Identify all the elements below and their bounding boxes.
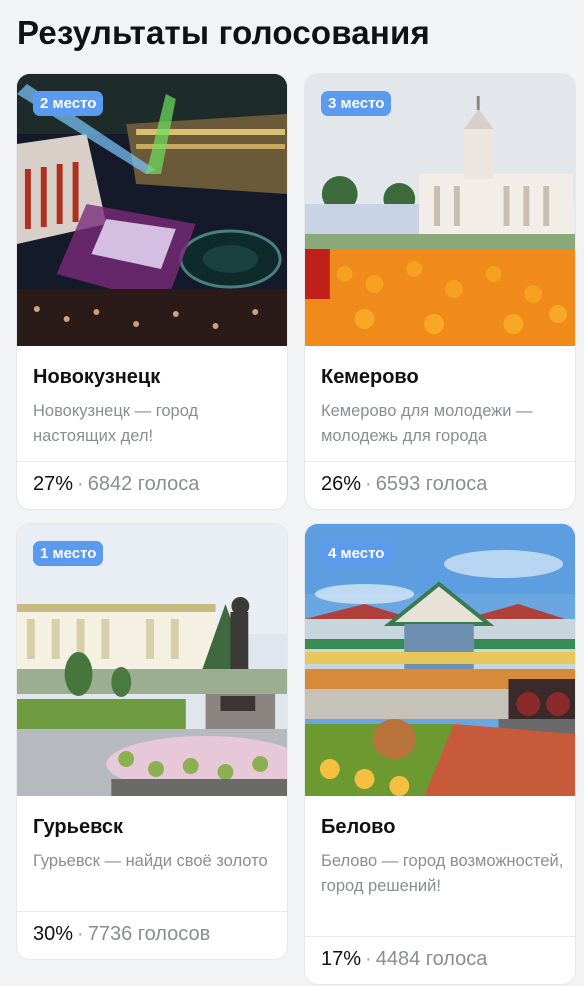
city-photo: 3 место — [305, 74, 575, 346]
vote-percent: 26% — [321, 473, 362, 495]
rank-badge: 3 место — [321, 91, 392, 116]
divider — [17, 911, 287, 912]
vote-stats: 27% · 6842 голоса — [33, 473, 199, 496]
city-description: Новокузнецк — город настоящих дел! — [33, 402, 199, 445]
stats-separator: · — [77, 473, 84, 495]
vote-count: 6842 голоса — [87, 473, 200, 495]
vote-percent: 30% — [33, 923, 74, 945]
divider — [305, 461, 575, 462]
city-card-novokuznetsk[interactable]: 2 место Новокузнецк Новокузнецк — город … — [16, 73, 288, 510]
city-description: Кемерово для молодежи — молодежь для гор… — [321, 402, 533, 445]
vote-percent: 17% — [321, 948, 362, 970]
city-description: Белово — город возможностей, город решен… — [321, 852, 564, 895]
vote-count: 4484 голоса — [375, 948, 488, 970]
city-card-kemerovo[interactable]: 3 место Кемерово Кемерово для молодежи —… — [304, 73, 576, 510]
rank-badge: 2 место — [33, 91, 104, 116]
stats-separator: · — [365, 473, 372, 495]
city-card-belovo[interactable]: 4 место Белово Белово — город возможност… — [304, 523, 576, 985]
city-photo: 4 место — [305, 524, 575, 796]
vote-stats: 26% · 6593 голоса — [321, 473, 487, 496]
city-photo: 1 место — [17, 524, 287, 796]
vote-stats: 30% · 7736 голосов — [33, 923, 210, 946]
city-card-guryevsk[interactable]: 1 место Гурьевск Гурьевск — найди своё з… — [16, 523, 288, 960]
vote-percent: 27% — [33, 473, 74, 495]
divider — [17, 461, 287, 462]
rank-badge: 1 место — [33, 541, 104, 566]
city-name: Белово — [321, 816, 396, 838]
city-name: Кемерово — [321, 366, 419, 388]
vote-count: 6593 голоса — [375, 473, 488, 495]
vote-count: 7736 голосов — [87, 923, 211, 945]
stats-separator: · — [365, 948, 372, 970]
vote-stats: 17% · 4484 голоса — [321, 948, 487, 971]
rank-badge: 4 место — [321, 541, 392, 566]
page-title: Результаты голосования — [17, 14, 430, 51]
city-name: Новокузнецк — [33, 366, 161, 388]
voting-results-page: Результаты голосования 2 место Новокузне… — [0, 0, 584, 986]
city-name: Гурьевск — [33, 816, 123, 838]
city-description: Гурьевск — найди своё золото — [33, 852, 268, 870]
city-photo: 2 место — [17, 74, 287, 346]
divider — [305, 936, 575, 937]
stats-separator: · — [77, 923, 84, 945]
